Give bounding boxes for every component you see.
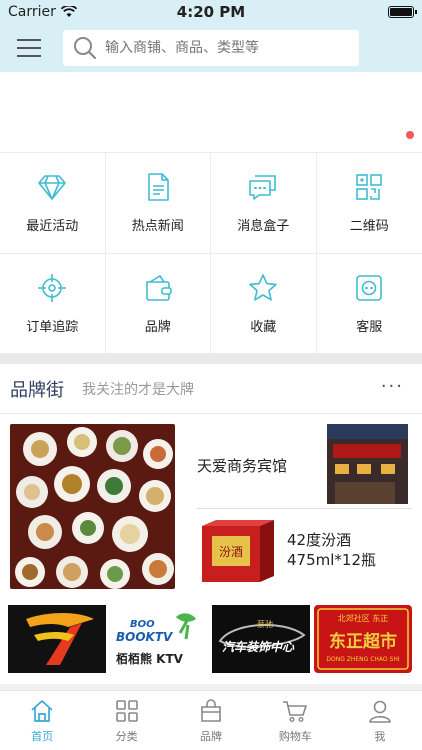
- brand-logo-3[interactable]: 蔡驰 汽车装饰中心: [212, 605, 310, 673]
- brand-logo-row: BOO BOOKTV 栢栢熊 KTV 蔡驰 汽车装饰中心 北郊社区 东正 东正超…: [8, 605, 414, 673]
- section-title: 品牌街: [10, 379, 64, 401]
- section-subtitle: 我关注的才是大牌: [82, 381, 194, 398]
- wine-info[interactable]: 42度汾酒 475ml*12瓶: [287, 530, 376, 570]
- tab-cart[interactable]: 购物车: [253, 691, 337, 750]
- menu-line: [17, 55, 41, 57]
- wine-spec: 475ml*12瓶: [287, 551, 376, 569]
- logo-text: BOO: [130, 619, 155, 630]
- grid-item-order-tracking[interactable]: 订单追踪: [0, 253, 106, 354]
- grid-item-label: 品牌: [144, 319, 171, 335]
- logo-text: DONG ZHENG CHAO SHI: [326, 656, 399, 663]
- diamond-icon: [38, 175, 67, 201]
- grid-item-label: 订单追踪: [26, 319, 79, 335]
- section-divider: [0, 354, 422, 364]
- grid-item-message-box[interactable]: 消息盒子: [211, 153, 317, 254]
- logo-text: 栢栢熊 KTV: [116, 651, 184, 666]
- tab-bar: 首页 分类 品牌 购物车 我: [0, 690, 422, 750]
- wine-box-label: 汾酒: [219, 545, 243, 559]
- logo-text: 东正超市: [329, 631, 397, 652]
- hotel-name[interactable]: 天爱商务宾馆: [197, 455, 287, 476]
- food-banner-image[interactable]: [10, 424, 175, 589]
- message-icon: [249, 175, 277, 201]
- grid-item-hot-news[interactable]: 热点新闻: [105, 153, 211, 254]
- status-bar: Carrier 4:20 PM: [0, 0, 422, 24]
- tab-category[interactable]: 分类: [84, 691, 168, 750]
- search-box[interactable]: [63, 30, 359, 66]
- hotel-image[interactable]: [327, 424, 408, 504]
- logo-text: 北郊社区 东正: [338, 613, 389, 623]
- tab-label: 分类: [115, 729, 138, 743]
- cart-icon: [283, 700, 308, 722]
- qrcode-icon: [356, 174, 383, 201]
- more-button[interactable]: ···: [381, 376, 404, 397]
- grid-item-recent-activity[interactable]: 最近活动: [0, 153, 106, 254]
- battery-icon: [388, 6, 417, 18]
- grid-item-qrcode[interactable]: 二维码: [316, 153, 422, 254]
- tab-label: 我: [374, 729, 386, 743]
- category-icon: [115, 699, 138, 722]
- item-divider: [197, 508, 412, 509]
- tab-brand[interactable]: 品牌: [169, 691, 253, 750]
- logo-text: 蔡驰: [257, 619, 273, 629]
- logo-text: BOOKTV: [116, 630, 174, 644]
- wine-box-photo: 汾酒: [202, 520, 274, 582]
- menu-line: [17, 47, 41, 49]
- tab-label: 购物车: [278, 729, 312, 743]
- brand-logo-image: BOO BOOKTV 栢栢熊 KTV: [110, 605, 208, 673]
- banner[interactable]: [0, 72, 422, 152]
- grid-item-label: 消息盒子: [237, 219, 290, 235]
- logo-text: 汽车装饰中心: [222, 640, 295, 654]
- tab-label: 首页: [31, 729, 54, 743]
- grid-item-label: 最近活动: [26, 219, 79, 235]
- search-icon: [74, 37, 97, 60]
- brand-logo-4[interactable]: 北郊社区 东正 东正超市 DONG ZHENG CHAO SHI: [314, 605, 412, 673]
- brand-street-header: 品牌街 我关注的才是大牌 ···: [0, 364, 422, 414]
- target-icon: [38, 273, 67, 302]
- bag-icon: [201, 698, 221, 722]
- grid-item-favorites[interactable]: 收藏: [211, 253, 317, 354]
- tab-home[interactable]: 首页: [0, 691, 84, 750]
- wine-image[interactable]: 汾酒: [198, 520, 276, 584]
- top-bar: [0, 24, 422, 72]
- star-icon: [249, 273, 278, 301]
- document-icon: [147, 173, 169, 202]
- search-input[interactable]: [105, 40, 335, 56]
- menu-line: [17, 39, 41, 41]
- grid-item-label: 热点新闻: [131, 219, 184, 235]
- grid-item-label: 收藏: [250, 319, 277, 335]
- brand-logo-2[interactable]: BOO BOOKTV 栢栢熊 KTV: [110, 605, 208, 673]
- user-icon: [369, 700, 391, 723]
- home-icon: [31, 699, 53, 722]
- tab-me[interactable]: 我: [338, 691, 422, 750]
- brand-logo-image: [8, 605, 106, 673]
- grid-item-customer-service[interactable]: 客服: [316, 254, 422, 354]
- brand-logo-1[interactable]: [8, 605, 106, 673]
- hotel-photo: [327, 424, 408, 504]
- tab-label: 品牌: [200, 729, 223, 743]
- menu-button[interactable]: [17, 39, 41, 57]
- grid-item-brand[interactable]: 品牌: [105, 253, 211, 354]
- food-dishes-image: [10, 424, 175, 589]
- wallet-icon: [145, 274, 172, 301]
- grid-item-label: 二维码: [349, 219, 389, 235]
- feature-grid: 最近活动 热点新闻 消息盒子 二维码 订单追踪 品牌 收藏 客服: [0, 152, 422, 354]
- grid-item-label: 客服: [356, 319, 383, 335]
- brand-logo-image: 蔡驰 汽车装饰中心: [212, 605, 310, 673]
- banner-page-indicator: [406, 131, 414, 139]
- wine-name: 42度汾酒: [287, 531, 352, 549]
- service-icon: [356, 274, 383, 301]
- clock: 4:20 PM: [176, 3, 246, 21]
- brand-logo-image: 北郊社区 东正 东正超市 DONG ZHENG CHAO SHI: [314, 605, 412, 673]
